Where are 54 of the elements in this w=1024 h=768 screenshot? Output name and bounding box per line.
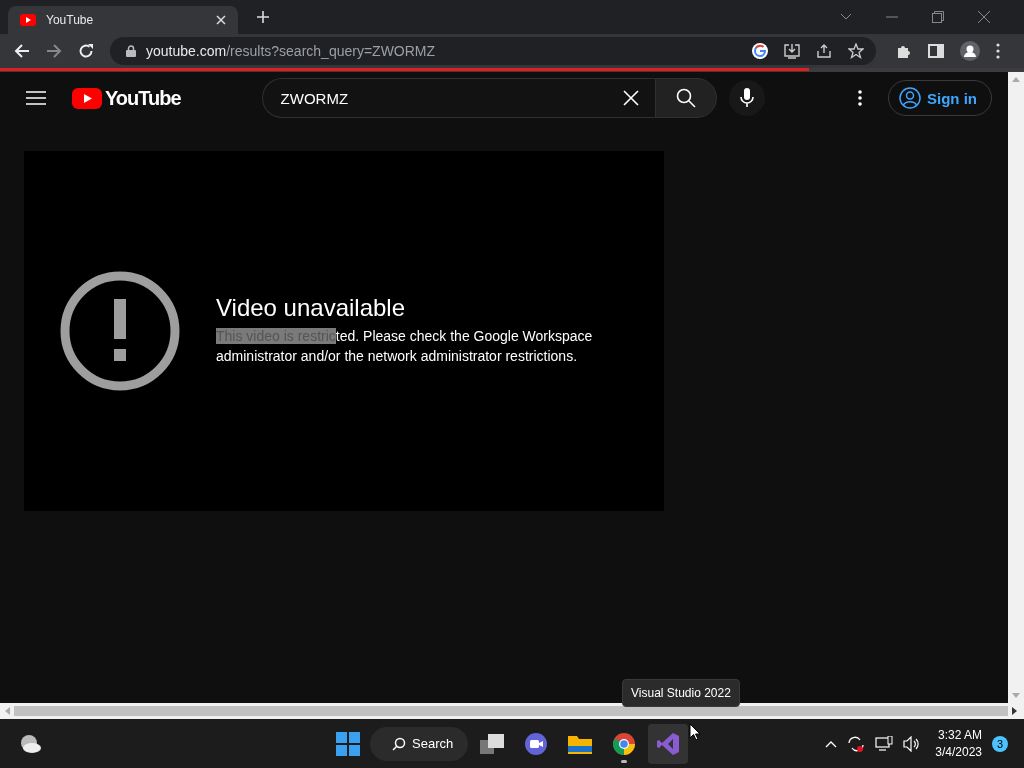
microphone-icon — [739, 88, 754, 108]
close-icon[interactable] — [978, 11, 990, 23]
chevron-up-icon[interactable] — [825, 739, 838, 748]
address-bar[interactable]: youtube.com/results?search_query=ZWORMZ — [110, 37, 876, 65]
clock[interactable]: 3:32 AM 3/4/2023 — [935, 726, 982, 761]
weather-icon[interactable] — [18, 733, 42, 754]
windows-start-icon[interactable] — [336, 731, 360, 756]
network-icon[interactable] — [875, 735, 894, 752]
reload-icon[interactable] — [78, 43, 94, 59]
clear-icon[interactable] — [622, 90, 639, 106]
notification-badge[interactable]: 3 — [992, 735, 1008, 752]
warning-icon — [60, 271, 180, 391]
folder-icon — [568, 733, 592, 754]
more-options-icon[interactable] — [858, 90, 862, 106]
url-text: youtube.com/results?search_query=ZWORMZ — [146, 43, 436, 59]
google-icon[interactable] — [752, 43, 768, 59]
tooltip: Visual Studio 2022 — [622, 679, 740, 707]
volume-icon[interactable] — [903, 735, 922, 752]
account-icon — [899, 87, 921, 109]
puzzle-icon[interactable] — [896, 43, 912, 59]
side-panel-icon[interactable] — [928, 43, 944, 59]
cursor-icon — [689, 723, 701, 741]
lock-icon — [126, 45, 136, 57]
back-icon[interactable] — [14, 43, 30, 59]
date-text: 3/4/2023 — [935, 743, 982, 761]
search-button[interactable] — [654, 78, 717, 118]
browser-tab[interactable]: YouTube — [8, 6, 238, 34]
play-logo-icon — [20, 14, 36, 26]
new-tab-icon[interactable] — [256, 10, 270, 24]
chevron-down-icon[interactable] — [840, 13, 852, 21]
chat-camera-icon — [524, 732, 548, 755]
restore-icon[interactable] — [932, 11, 944, 23]
search-field[interactable]: ZWORMZ — [261, 78, 655, 118]
chrome-icon — [613, 732, 635, 755]
horizontal-scrollbar[interactable] — [0, 703, 1024, 719]
visual-studio-icon — [657, 732, 679, 755]
error-title: Video unavailable — [216, 294, 407, 322]
voice-search-button[interactable] — [728, 80, 765, 116]
menu-icon[interactable] — [26, 91, 46, 105]
forward-icon[interactable] — [46, 43, 62, 59]
menu-dots-icon[interactable] — [996, 43, 1000, 59]
search-button[interactable]: Search — [370, 726, 468, 761]
search-input[interactable]: ZWORMZ — [278, 88, 623, 108]
star-icon[interactable] — [848, 43, 864, 59]
profile-icon[interactable] — [960, 41, 980, 61]
task-view-icon — [480, 733, 504, 754]
youtube-logo[interactable]: YouTube — [72, 86, 181, 110]
install-icon[interactable] — [784, 43, 800, 59]
scroll-right-icon[interactable] — [1012, 707, 1018, 715]
time-text: 3:32 AM — [937, 726, 982, 744]
share-icon[interactable] — [816, 43, 832, 59]
search-icon — [392, 736, 406, 751]
sync-icon[interactable] — [847, 734, 866, 753]
search-icon — [675, 88, 696, 108]
